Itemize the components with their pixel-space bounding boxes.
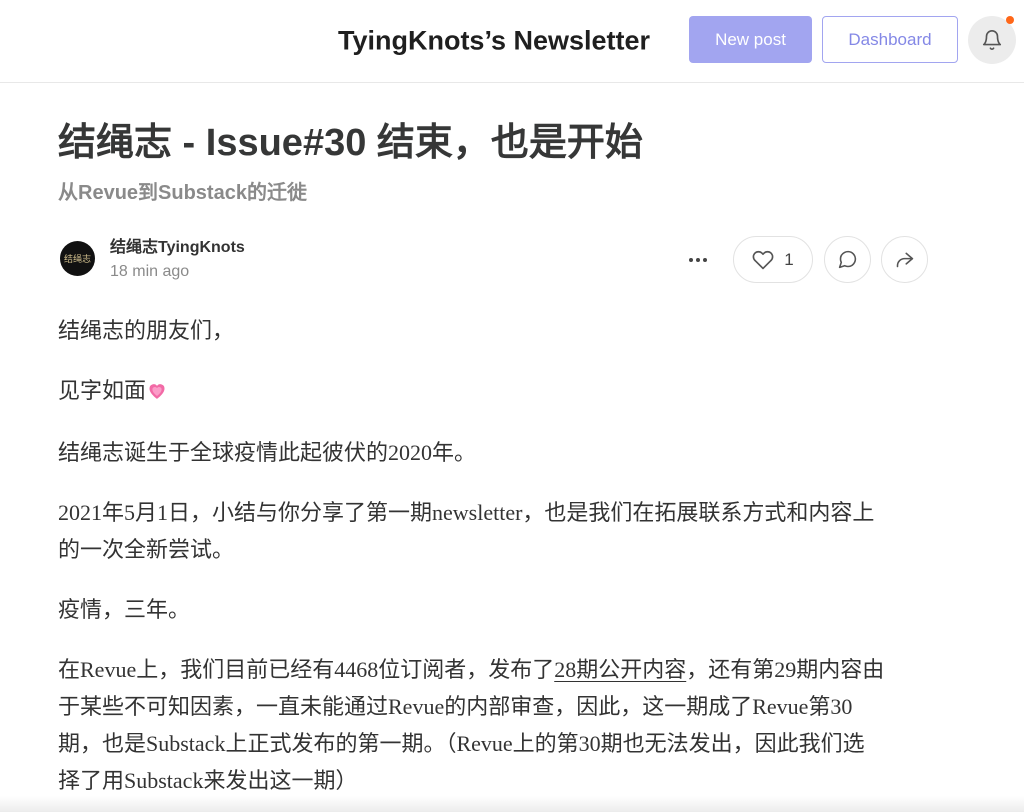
more-options-button[interactable] [686, 250, 710, 270]
body-line: 期，也是Substack上正式发布的第一期。（Revue上的第30期也无法发出，… [58, 731, 865, 756]
bell-icon [982, 30, 1002, 50]
body-line: 2021年5月1日，小结与你分享了第一期newsletter，也是我们在拓展联系… [58, 500, 875, 525]
share-button[interactable] [881, 236, 928, 283]
heart-icon [752, 250, 774, 269]
body-text: ，还有第29期内容由 [686, 657, 885, 682]
comment-button[interactable] [824, 236, 871, 283]
body-line: 结绳志的朋友们， [58, 318, 235, 343]
post-title: 结绳志 - Issue#30 结束，也是开始 [58, 122, 643, 164]
avatar-logo-text: 结绳志 [63, 255, 91, 265]
notification-dot [1006, 16, 1014, 24]
body-line: 于某些不可知因素，一直未能通过Revue的内部审查，因此，这一期成了Revue第… [58, 694, 853, 719]
post-subtitle: 从Revue到Substack的迁徙 [58, 182, 307, 204]
pink-heart-emoji-icon [147, 374, 167, 411]
post-body: 结绳志的朋友们， 见字如面 结绳志诞生于全球疫情此起彼伏的2020年。 2021… [58, 312, 928, 812]
paragraph-salutation: 见字如面 [58, 372, 928, 411]
notifications-button[interactable] [968, 16, 1016, 64]
post-timestamp: 18 min ago [110, 263, 190, 280]
share-icon [896, 252, 914, 268]
author-avatar[interactable]: 结绳志 [60, 241, 95, 276]
like-button[interactable]: 1 [733, 236, 813, 283]
body-line: 在Revue上，我们目前已经有4468位订阅者，发布了28期公开内容，还有第29… [58, 651, 928, 688]
body-text: 在Revue上，我们目前已经有4468位订阅者，发布了 [58, 657, 555, 682]
body-line: 见字如面 [58, 372, 928, 411]
body-line: 的一次全新尝试。 [58, 537, 235, 562]
paragraph-subscribers: 在Revue上，我们目前已经有4468位订阅者，发布了28期公开内容，还有第29… [58, 651, 928, 799]
paragraph-greeting: 结绳志的朋友们， [58, 312, 928, 349]
body-line: 疫情，三年。 [58, 597, 191, 622]
paragraph-three-years: 疫情，三年。 [58, 591, 928, 628]
public-issues-link[interactable]: 28期公开内容 [554, 657, 686, 682]
body-text: 见字如面 [58, 378, 147, 403]
more-horizontal-icon [689, 258, 707, 262]
body-line: 结绳志诞生于全球疫情此起彼伏的2020年。 [58, 440, 477, 465]
body-line: 择了用Substack来发出这一期） [58, 768, 358, 793]
comment-icon [838, 250, 857, 269]
pink-heart-emoji-icon [149, 384, 165, 399]
like-count: 1 [784, 249, 794, 269]
paragraph-first-issue: 2021年5月1日，小结与你分享了第一期newsletter，也是我们在拓展联系… [58, 494, 928, 568]
author-name[interactable]: 结绳志TyingKnots [110, 238, 245, 258]
paragraph-origin: 结绳志诞生于全球疫情此起彼伏的2020年。 [58, 434, 928, 471]
post: 结绳志 - Issue#30 结束，也是开始 从Revue到Substack的迁… [58, 0, 928, 812]
